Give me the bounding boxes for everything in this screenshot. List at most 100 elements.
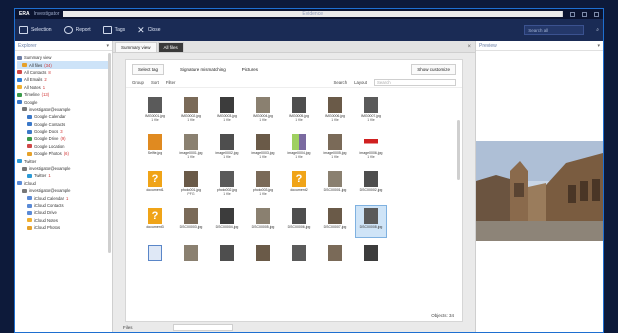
file-item[interactable]: ? document2 [284, 169, 314, 200]
file-item[interactable]: photo003.jpg 1 file [248, 169, 278, 200]
tree-node[interactable]: Google Photos (6) [17, 150, 110, 157]
file-item[interactable]: Selfie.jpg [140, 132, 170, 163]
file-item[interactable]: DSC00007.jpg [320, 206, 350, 237]
customize-button[interactable]: Show customize [411, 63, 456, 75]
preview-pin-icon[interactable]: ▾ [597, 43, 600, 49]
file-item[interactable]: DSC00008.jpg [355, 205, 387, 238]
file-name: document2 [290, 188, 308, 192]
file-item[interactable]: image0006.jpg 1 file [356, 132, 386, 163]
tree-node-label: Google Contacts [34, 121, 66, 127]
file-item[interactable]: DSC00004.jpg [212, 206, 242, 237]
explorer-scrollbar[interactable] [108, 53, 111, 253]
tree-node[interactable]: investigator@example [17, 165, 110, 172]
search-icon[interactable]: ⌕ [596, 27, 599, 33]
image-thumbnail [256, 134, 270, 150]
tab-summary-view[interactable]: Summary view [115, 42, 157, 52]
global-search-input[interactable]: Search all [524, 25, 585, 35]
close-tab-icon[interactable]: × [467, 44, 471, 50]
bottom-input[interactable] [172, 323, 233, 331]
file-name: Selfie.jpg [147, 151, 163, 155]
tree-node[interactable]: Google Drive (9) [17, 135, 110, 142]
tree-node[interactable]: Google Calendar [17, 113, 110, 120]
tree-node[interactable]: iCloud Drive [17, 209, 110, 216]
selection-button[interactable]: Selection [19, 26, 52, 34]
file-item [392, 169, 422, 200]
file-item[interactable] [212, 243, 242, 274]
layout-dropdown[interactable]: Layout [354, 80, 367, 85]
file-item[interactable]: IMG0003.jpg 1 file [212, 95, 242, 126]
close-window-button[interactable] [594, 11, 599, 17]
tree-node[interactable]: Twitter 1 [17, 172, 110, 179]
close-button[interactable]: ✕ Close [137, 25, 160, 36]
tree-node[interactable]: iCloud [17, 180, 110, 187]
tree-node[interactable]: investigator@example [17, 106, 110, 113]
file-item[interactable] [284, 243, 314, 274]
file-item[interactable]: IMG0001.jpg 1 file [140, 95, 170, 126]
tree-node[interactable]: investigator@example [17, 187, 110, 194]
file-item[interactable]: photo002.jpg 1 file [212, 169, 242, 200]
tree-node[interactable]: Timeline (13) [17, 91, 110, 98]
file-item[interactable]: image0001.jpg 1 file [176, 132, 206, 163]
tree-node-count: (13) [41, 92, 50, 98]
file-item[interactable]: IMG0002.jpg 1 file [176, 95, 206, 126]
report-icon [63, 26, 73, 34]
tree-node[interactable]: iCloud Contacts [17, 202, 110, 209]
tree-node[interactable]: Twitter [17, 157, 110, 164]
report-button[interactable]: Report [63, 26, 91, 34]
tree-node[interactable]: All files (34) [17, 61, 110, 69]
tree-node[interactable]: All Emails 2 [17, 76, 110, 83]
file-item[interactable]: image0004.jpg 1 file [284, 132, 314, 163]
file-item[interactable]: image0003.jpg 1 file [248, 132, 278, 163]
tree-node[interactable]: iCloud Notes [17, 217, 110, 224]
file-item[interactable]: IMG0006.jpg 1 file [320, 95, 350, 126]
file-item[interactable]: IMG0004.jpg 1 file [248, 95, 278, 126]
file-meta: 1 file [223, 118, 231, 122]
file-item[interactable]: DSC00002.jpg [356, 169, 386, 200]
files-scrollbar[interactable] [457, 120, 460, 180]
tree-node[interactable]: All Notes 1 [17, 84, 110, 91]
file-item[interactable]: DSC00005.jpg [248, 206, 278, 237]
file-item[interactable]: DSC00006.jpg [284, 206, 314, 237]
file-item[interactable]: ? document3 [140, 206, 170, 237]
tree-node[interactable]: All Contacts 8 [17, 69, 110, 76]
main-area: Summary view All files × Select tag Sign… [113, 41, 476, 332]
tree-node[interactable]: iCloud Photos [17, 224, 110, 231]
tree-node[interactable]: Google [17, 98, 110, 105]
group-dropdown[interactable]: Group [132, 80, 144, 85]
file-item[interactable] [248, 243, 278, 274]
signature-mismatch-filter[interactable]: Signature mismatching [180, 67, 226, 72]
file-item[interactable] [320, 243, 350, 274]
tree-node[interactable]: Summary view [17, 54, 110, 61]
file-meta: 1 file [331, 155, 339, 159]
file-item[interactable] [356, 243, 386, 274]
image-thumbnail [184, 97, 198, 113]
tree-node-icon [27, 196, 32, 201]
maximize-button[interactable] [582, 11, 587, 17]
app-name: ERA [19, 11, 30, 17]
file-item[interactable]: DSC00001.jpg [320, 169, 350, 200]
file-item[interactable]: IMG0007.jpg 1 file [356, 95, 386, 126]
file-item[interactable]: photo001.jpg PFG [176, 169, 206, 200]
tree-node-icon [17, 77, 22, 82]
minimize-button[interactable] [570, 11, 575, 17]
sort-dropdown[interactable]: Sort [151, 80, 159, 85]
files-search-input[interactable]: Search [374, 79, 456, 86]
file-item[interactable]: IMG0005.jpg 1 file [284, 95, 314, 126]
tree-node[interactable]: Google Docs 3 [17, 128, 110, 135]
file-item[interactable]: image0002.jpg 1 file [212, 132, 242, 163]
pictures-filter[interactable]: Pictures [242, 67, 258, 72]
file-item[interactable] [140, 243, 170, 274]
tree-node[interactable]: Google Contacts [17, 121, 110, 128]
tree-node-label: All Emails [24, 77, 43, 83]
tab-all-files[interactable]: All files [157, 42, 184, 52]
file-item[interactable]: DSC00003.jpg [176, 206, 206, 237]
file-item[interactable]: ? document1 [140, 169, 170, 200]
tags-button[interactable]: Tags [102, 26, 125, 34]
file-item[interactable] [176, 243, 206, 274]
file-item[interactable]: image0005.jpg 1 file [320, 132, 350, 163]
pin-icon[interactable]: ▾ [106, 43, 109, 49]
tree-node[interactable]: iCloud Calendar 1 [17, 194, 110, 201]
select-tag-dropdown[interactable]: Select tag [132, 63, 165, 75]
tree-node[interactable]: Google Location [17, 143, 110, 150]
filter-dropdown[interactable]: Filter [166, 80, 176, 85]
